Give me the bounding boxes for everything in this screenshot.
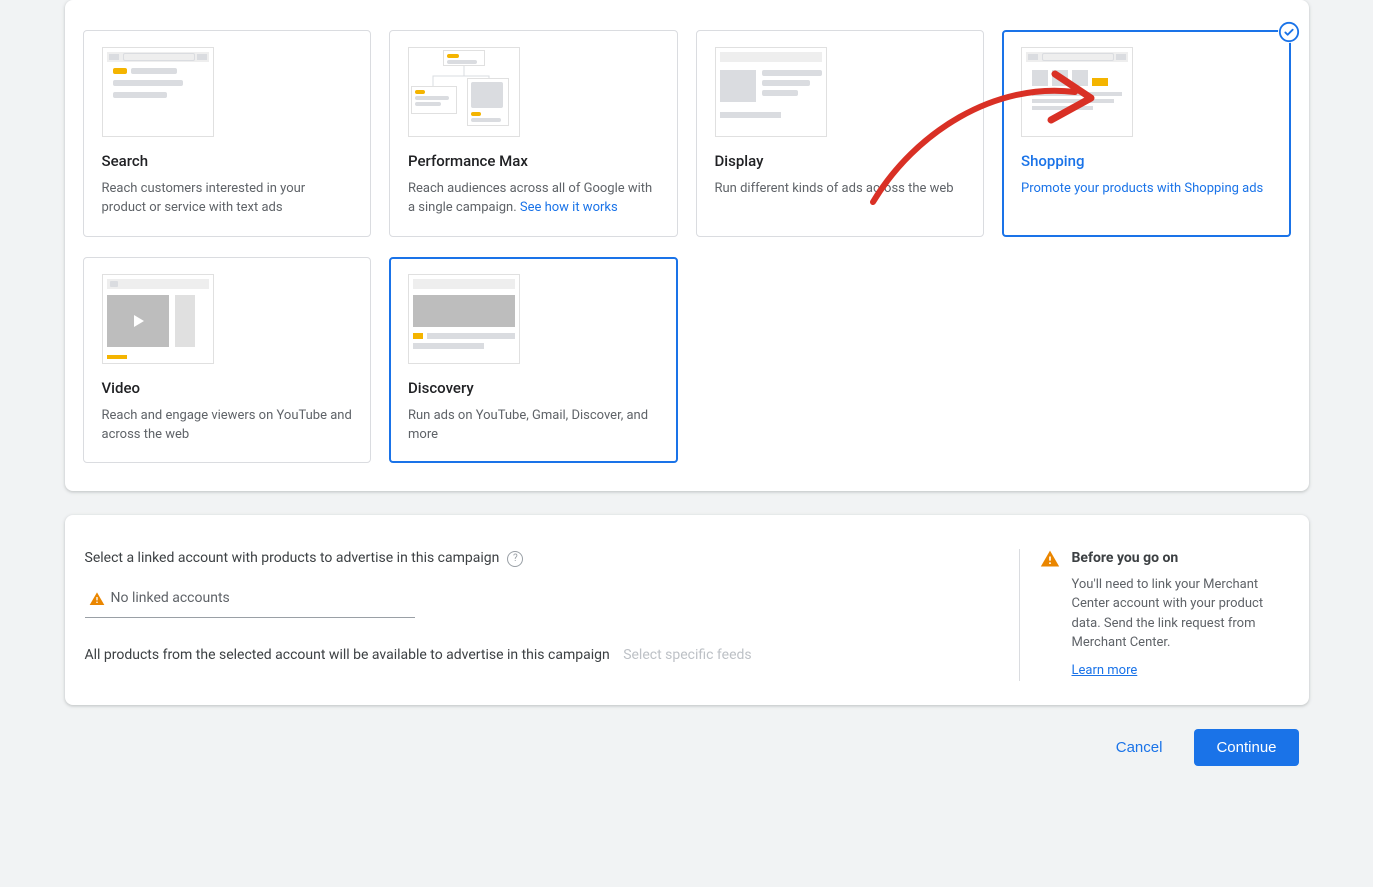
aside-title: Before you go on — [1072, 549, 1289, 569]
campaign-type-search[interactable]: Search Reach customers interested in you… — [83, 30, 372, 237]
card-title: Display — [715, 151, 966, 172]
card-desc: Promote your products with Shopping ads — [1021, 180, 1272, 199]
warning-icon — [89, 591, 105, 607]
dropdown-value: No linked accounts — [111, 589, 230, 609]
linked-account-label: Select a linked account with products to… — [85, 549, 995, 569]
footer-actions: Cancel Continue — [75, 729, 1299, 766]
card-desc: Reach audiences across all of Google wit… — [408, 180, 659, 218]
card-title: Search — [102, 151, 353, 172]
shopping-illustration — [1021, 47, 1133, 137]
card-desc: Run ads on YouTube, Gmail, Discover, and… — [408, 407, 659, 445]
continue-button[interactable]: Continue — [1194, 729, 1298, 766]
card-desc: Reach and engage viewers on YouTube and … — [102, 407, 353, 445]
aside-body: You'll need to link your Merchant Center… — [1072, 575, 1289, 653]
campaign-type-shopping[interactable]: Shopping Promote your products with Shop… — [1002, 30, 1291, 237]
pmax-see-how-link[interactable]: See how it works — [520, 200, 618, 215]
card-title: Performance Max — [408, 151, 659, 172]
display-illustration — [715, 47, 827, 137]
learn-more-link[interactable]: Learn more — [1072, 663, 1138, 678]
select-feeds-disabled: Select specific feeds — [623, 647, 751, 663]
linked-account-subtext: All products from the selected account w… — [85, 646, 995, 666]
card-title: Discovery — [408, 378, 659, 399]
linked-account-dropdown[interactable]: No linked accounts — [85, 581, 415, 618]
selected-check-icon — [1278, 21, 1300, 43]
card-title: Shopping — [1021, 151, 1272, 172]
search-illustration — [102, 47, 214, 137]
card-desc: Reach customers interested in your produ… — [102, 180, 353, 218]
campaign-type-video[interactable]: Video Reach and engage viewers on YouTub… — [83, 257, 372, 464]
campaign-type-performance-max[interactable]: Performance Max Reach audiences across a… — [389, 30, 678, 237]
card-title: Video — [102, 378, 353, 399]
linked-account-panel: Select a linked account with products to… — [65, 515, 1309, 704]
card-desc: Run different kinds of ads across the we… — [715, 180, 966, 199]
discovery-illustration — [408, 274, 520, 364]
video-illustration — [102, 274, 214, 364]
campaign-type-display[interactable]: Display Run different kinds of ads acros… — [696, 30, 985, 237]
before-you-go-on: Before you go on You'll need to link you… — [1019, 549, 1289, 680]
cancel-button[interactable]: Cancel — [1104, 731, 1175, 764]
warning-icon — [1040, 549, 1060, 680]
help-icon[interactable]: ? — [507, 551, 523, 567]
campaign-type-panel: Search Reach customers interested in you… — [65, 0, 1309, 491]
pmax-illustration — [408, 47, 520, 137]
campaign-type-discovery[interactable]: Discovery Run ads on YouTube, Gmail, Dis… — [389, 257, 678, 464]
